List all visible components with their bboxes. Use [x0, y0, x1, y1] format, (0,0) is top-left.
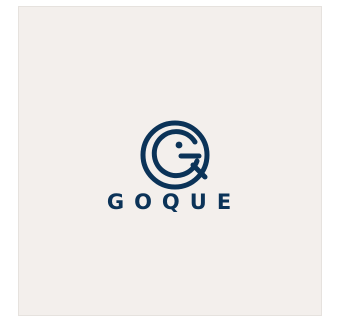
brand-wordmark: GOQUE: [106, 190, 242, 214]
g-q-monogram-icon: [140, 120, 210, 190]
